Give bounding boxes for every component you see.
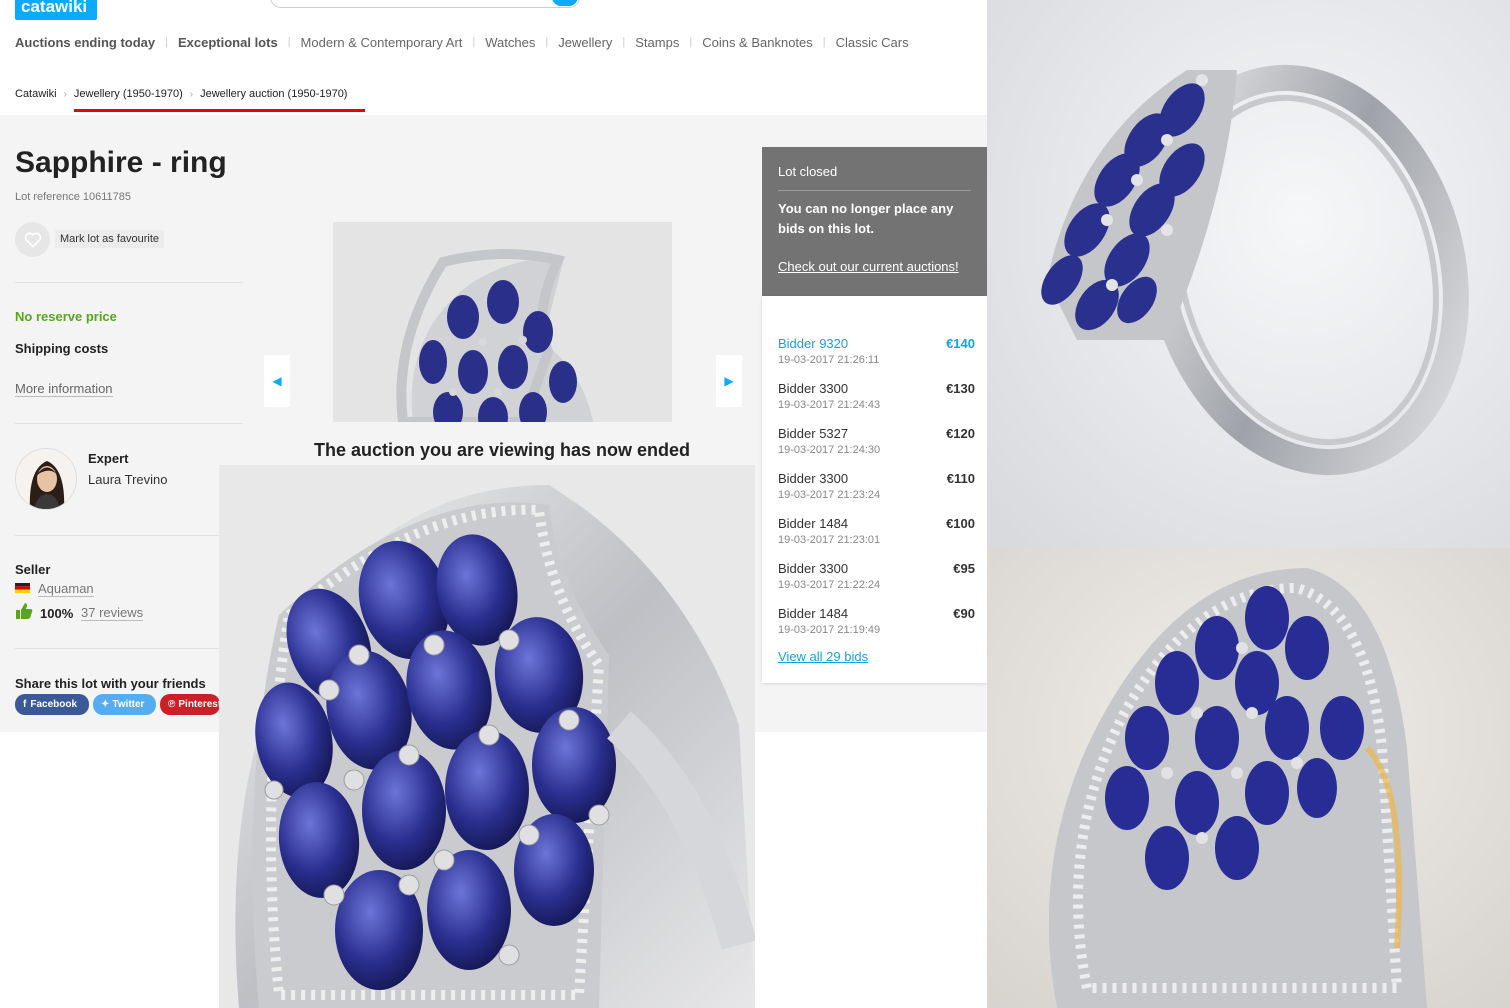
- bid-time: 19-03-2017 21:24:30: [778, 444, 881, 456]
- bid-amount: €140: [946, 336, 975, 351]
- bidder-name: Bidder 9320: [778, 336, 849, 351]
- bid-row: Bidder 3300 19-03-2017 21:23:24 €110: [778, 468, 975, 513]
- nav-separator: |: [472, 36, 476, 48]
- nav-watches[interactable]: Watches: [485, 35, 535, 50]
- more-information-link[interactable]: More information: [15, 381, 113, 397]
- bid-history: Bidder 9320 19-03-2017 21:26:11 €140 Bid…: [762, 296, 987, 683]
- nav-stamps[interactable]: Stamps: [635, 35, 679, 50]
- bidder-name: Bidder 1484: [778, 606, 849, 621]
- share-twitter-label: Twitter: [112, 699, 145, 710]
- bid-row: Bidder 9320 19-03-2017 21:26:11 €140: [778, 333, 975, 378]
- bid-row: Bidder 5327 19-03-2017 21:24:30 €120: [778, 423, 975, 468]
- expert-heading: Expert: [88, 451, 129, 466]
- bid-amount: €95: [953, 561, 975, 576]
- bid-amount: €100: [946, 516, 975, 531]
- bid-time: 19-03-2017 21:24:43: [778, 399, 881, 411]
- nav-separator: |: [545, 36, 549, 48]
- bidder-name: Bidder 5327: [778, 426, 849, 441]
- no-reserve-label: No reserve price: [15, 309, 117, 324]
- share-pinterest-label: Pinterest: [178, 699, 220, 710]
- lot-status-heading: Lot closed: [778, 164, 971, 191]
- breadcrumb-jewellery[interactable]: Jewellery (1950-1970): [74, 88, 183, 100]
- flag-de-icon: [15, 583, 30, 593]
- nav-jewellery[interactable]: Jewellery: [558, 35, 612, 50]
- bidder-name: Bidder 1484: [778, 516, 849, 531]
- ring-photo-closeup: [219, 465, 755, 1008]
- lot-status-message: You can no longer place any bids on this…: [778, 201, 954, 236]
- bid-time: 19-03-2017 21:23:01: [778, 534, 881, 546]
- seller-heading: Seller: [15, 562, 51, 577]
- nav-modern-contemporary-art[interactable]: Modern & Contemporary Art: [301, 35, 463, 50]
- bidder-name: Bidder 3300: [778, 381, 849, 396]
- share-twitter-button[interactable]: ✦ Twitter: [93, 694, 156, 715]
- chevron-left-icon[interactable]: ◀: [264, 355, 290, 407]
- view-all-bids-link[interactable]: View all 29 bids: [778, 649, 868, 664]
- page-title: Sapphire - ring: [15, 146, 227, 179]
- nav-auctions-ending-today[interactable]: Auctions ending today: [15, 35, 155, 50]
- pinterest-icon: ℗: [168, 699, 176, 710]
- bid-amount: €110: [946, 471, 975, 486]
- bid-time: 19-03-2017 21:23:24: [778, 489, 881, 501]
- bid-time: 19-03-2017 21:19:49: [778, 624, 881, 636]
- bidder-name: Bidder 3300: [778, 561, 849, 576]
- nav-separator: |: [622, 36, 626, 48]
- facebook-icon: f: [23, 699, 27, 710]
- bid-time: 19-03-2017 21:26:11: [778, 354, 880, 366]
- bid-amount: €90: [953, 606, 975, 621]
- auction-ended-message: The auction you are viewing has now ende…: [313, 440, 691, 460]
- shipping-costs-label: Shipping costs: [15, 341, 109, 356]
- breadcrumb-highlight: [74, 109, 365, 112]
- breadcrumb: Catawiki › Jewellery (1950-1970) › Jewel…: [15, 88, 347, 100]
- divider: [15, 282, 243, 283]
- ring-photo-side: [987, 0, 1510, 548]
- bid-row: Bidder 3300 19-03-2017 21:22:24 €95: [778, 558, 975, 603]
- share-facebook-button[interactable]: f Facebook: [15, 694, 89, 715]
- divider: [15, 648, 243, 649]
- nav-coins-banknotes[interactable]: Coins & Banknotes: [702, 35, 813, 50]
- avatar: [15, 448, 77, 510]
- breadcrumb-chevron-icon: ›: [63, 88, 67, 100]
- bid-amount: €130: [946, 381, 975, 396]
- search-input[interactable]: [270, 0, 580, 8]
- catawiki-logo[interactable]: catawiki: [15, 0, 97, 20]
- bid-row: Bidder 3300 19-03-2017 21:24:43 €130: [778, 378, 975, 423]
- lot-status-panel: Lot closed You can no longer place any b…: [762, 147, 987, 296]
- breadcrumb-jewellery-auction[interactable]: Jewellery auction (1950-1970): [200, 88, 347, 100]
- nav-exceptional-lots[interactable]: Exceptional lots: [178, 35, 278, 50]
- top-header: catawiki: [0, 0, 987, 20]
- share-heading: Share this lot with your friends: [15, 676, 206, 691]
- lot-reference: Lot reference 10611785: [15, 191, 131, 203]
- bid-row: Bidder 1484 19-03-2017 21:19:49 €90: [778, 603, 975, 648]
- chevron-right-icon[interactable]: ▶: [716, 355, 742, 407]
- divider: [15, 535, 243, 536]
- thumbs-up-icon: [16, 603, 33, 619]
- divider: [15, 423, 243, 424]
- bid-row: Bidder 1484 19-03-2017 21:23:01 €100: [778, 513, 975, 558]
- lot-image-carousel[interactable]: [333, 222, 672, 422]
- nav-classic-cars[interactable]: Classic Cars: [836, 35, 909, 50]
- category-nav: Auctions ending today | Exceptional lots |…: [15, 34, 909, 50]
- expert-name: Laura Trevino: [88, 472, 168, 487]
- current-auctions-link[interactable]: Check out our current auctions!: [778, 259, 971, 274]
- favourite-button[interactable]: Mark lot as favourite: [55, 230, 165, 248]
- breadcrumb-chevron-icon: ›: [189, 88, 194, 100]
- nav-separator: |: [165, 36, 168, 48]
- share-pinterest-button[interactable]: ℗ Pinterest: [160, 694, 220, 715]
- bid-amount: €120: [946, 426, 975, 441]
- seller-reviews-link[interactable]: 37 reviews: [81, 606, 144, 621]
- seller-name-link[interactable]: Aquaman: [38, 582, 94, 597]
- bid-time: 19-03-2017 21:22:24: [778, 579, 881, 591]
- nav-separator: |: [287, 36, 291, 48]
- heart-icon[interactable]: [15, 222, 50, 257]
- seller-rating: 100%: [40, 606, 74, 621]
- nav-separator: |: [822, 36, 826, 48]
- twitter-icon: ✦: [101, 699, 110, 710]
- nav-separator: |: [689, 36, 693, 48]
- ring-photo-top: [987, 548, 1510, 1008]
- breadcrumb-catawiki[interactable]: Catawiki: [15, 88, 57, 100]
- bidder-name: Bidder 3300: [778, 471, 849, 486]
- share-facebook-label: Facebook: [30, 699, 78, 710]
